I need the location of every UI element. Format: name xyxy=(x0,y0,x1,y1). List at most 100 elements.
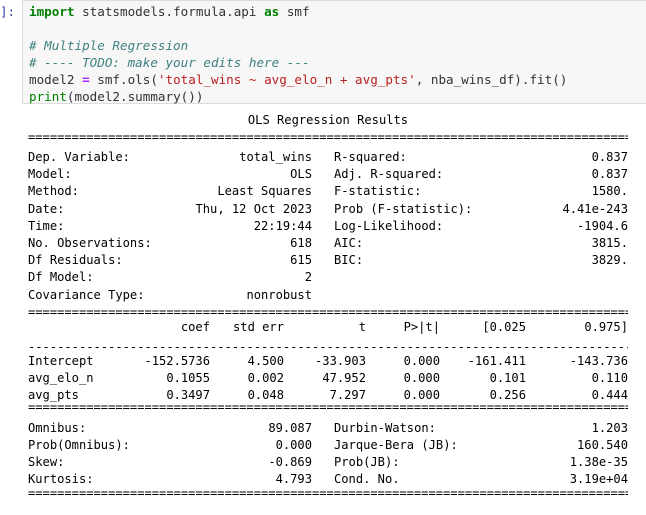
info-value: 615 xyxy=(290,253,312,268)
info-value: Least Squares xyxy=(217,184,312,199)
info-row: Covariance Type: nonrobust xyxy=(28,287,628,304)
operator-equals: = xyxy=(82,72,90,87)
coef-value: 0.002 xyxy=(247,371,284,385)
coef-row: avg_pts 0.3497 0.048 7.297 0.000 0.256 0.444 xyxy=(28,387,628,404)
diag-label: Kurtosis: xyxy=(28,472,94,486)
stat-label: F-statistic: xyxy=(334,184,422,199)
diag-label: Prob(JB): xyxy=(334,455,400,469)
coef-column-header: [0.025 xyxy=(482,320,526,334)
coef-value: 47.952 xyxy=(322,371,366,385)
ols-results-title: OLS Regression Results xyxy=(247,113,409,127)
stat-value: -1904.6 xyxy=(577,218,628,233)
diag-value: 0.000 xyxy=(275,438,312,452)
diag-label: Prob(Omnibus): xyxy=(28,438,130,452)
diag-value: 4.793 xyxy=(275,472,312,486)
diagnostic-row: Prob(Omnibus): 0.000 Jarque-Bera (JB): 160.… xyxy=(28,437,628,454)
stat-label: Log-Likelihood: xyxy=(334,218,444,233)
diag-value: 160.540 xyxy=(577,438,628,452)
coef-value: 0.000 xyxy=(403,354,440,368)
coef-row: avg_elo_n 0.1055 0.002 47.952 0.000 0.101 0.11… xyxy=(28,370,628,387)
keyword-as: as xyxy=(264,4,280,19)
info-label: Date: xyxy=(28,201,65,216)
coef-term-name: avg_elo_n xyxy=(28,371,94,385)
coef-value: -161.411 xyxy=(467,354,526,368)
coef-column-header: std err xyxy=(233,320,284,334)
code-text: model2 xyxy=(29,72,83,87)
diag-value: 89.087 xyxy=(268,421,312,435)
code-comment-multiple-regression: # Multiple Regression xyxy=(29,38,189,53)
diag-label: Cond. No. xyxy=(334,472,400,486)
coef-column-header: 0.975] xyxy=(584,320,628,334)
diagnostic-row: Omnibus: 89.087 Durbin-Watson: 1.203 xyxy=(28,420,628,437)
info-label: Time: xyxy=(28,218,65,233)
code-line-print: print(model2.summary()) xyxy=(29,88,203,105)
cell-prompt: ]: xyxy=(0,4,16,19)
coef-column-header: t xyxy=(358,320,366,334)
code-text: smf xyxy=(279,4,310,19)
info-label: Model: xyxy=(28,167,72,182)
coef-value: 0.444 xyxy=(591,388,628,402)
info-label: Dep. Variable: xyxy=(28,150,130,164)
info-value: Thu, 12 Oct 2023 xyxy=(195,201,313,216)
diag-value: 1.203 xyxy=(591,421,628,435)
code-text: smf.ols( xyxy=(89,72,158,87)
coef-term-name: avg_pts xyxy=(28,388,79,402)
coef-column-header: coef xyxy=(180,320,210,334)
separator-double xyxy=(28,308,628,316)
coef-value: -152.5736 xyxy=(144,354,210,368)
info-row: Dep. Variable: total_wins R-squared: 0.837 xyxy=(28,149,628,166)
separator-dashed xyxy=(28,343,628,351)
info-label: Df Model: xyxy=(28,270,94,285)
separator-double xyxy=(28,489,628,497)
coef-value: 0.000 xyxy=(403,388,440,402)
stat-label: Prob (F-statistic): xyxy=(334,201,473,216)
info-row: Date: Thu, 12 Oct 2023 Prob (F-statistic):… xyxy=(28,201,628,218)
stat-label: Adj. R-squared: xyxy=(334,167,444,182)
info-value: total_wins xyxy=(239,150,312,164)
coef-value: 0.000 xyxy=(403,371,440,385)
coef-value: -33.903 xyxy=(315,354,366,368)
code-string-formula: 'total_wins ~ avg_elo_n + avg_pts' xyxy=(157,72,416,87)
stat-label: BIC: xyxy=(334,253,364,268)
info-value: 618 xyxy=(290,236,312,250)
diag-value: 3.19e+04 xyxy=(569,472,628,486)
coef-header-row: coef std err t P>|t| [0.025 0.975] xyxy=(28,319,628,336)
coef-value: 7.297 xyxy=(329,388,366,402)
diag-value: -0.869 xyxy=(268,455,312,469)
stat-label: AIC: xyxy=(334,236,364,250)
code-text: (model2.summary()) xyxy=(66,89,204,104)
info-value: 22:19:44 xyxy=(253,218,312,233)
code-comment-todo: # ---- TODO: make your edits here --- xyxy=(29,55,310,70)
coef-value: -143.736 xyxy=(569,354,628,368)
diag-value: 1.38e-35 xyxy=(569,455,628,469)
diagnostic-row: Kurtosis: 4.793 Cond. No. 3.19e+04 xyxy=(28,471,628,488)
diag-label: Durbin-Watson: xyxy=(334,421,436,435)
info-label: No. Observations: xyxy=(28,236,152,250)
stat-value: 3829. xyxy=(591,253,628,268)
coef-term-name: Intercept xyxy=(28,354,94,368)
info-label: Method: xyxy=(28,184,79,199)
stat-value: 3815. xyxy=(591,236,628,250)
stat-label: R-squared: xyxy=(334,150,407,164)
diag-label: Jarque-Bera (JB): xyxy=(334,438,458,452)
info-row: Model: OLS Adj. R-squared: 0.837 xyxy=(28,166,628,183)
info-row: Time: 22:19:44 Log-Likelihood: -1904.6 xyxy=(28,218,628,235)
stat-value: 0.837 xyxy=(591,150,628,164)
code-text: statsmodels.formula.api xyxy=(74,4,265,19)
coef-value: 0.048 xyxy=(247,388,284,402)
diagnostic-row: Skew: -0.869 Prob(JB): 1.38e-35 xyxy=(28,454,628,471)
code-cell-input[interactable]: import statsmodels.formula.api as smf # … xyxy=(22,0,646,104)
separator-double xyxy=(28,133,628,141)
stat-value: 1580. xyxy=(591,184,628,199)
info-value: 2 xyxy=(304,270,312,285)
coef-value: 0.1055 xyxy=(166,371,210,385)
coef-value: 0.3497 xyxy=(166,388,210,402)
info-value: nonrobust xyxy=(246,287,312,302)
coef-value: 0.110 xyxy=(591,371,628,385)
coef-value: 0.101 xyxy=(489,371,526,385)
code-line-model: model2 = smf.ols('total_wins ~ avg_elo_n… xyxy=(29,71,567,88)
info-row: Df Model: 2 xyxy=(28,269,628,286)
diag-label: Omnibus: xyxy=(28,421,87,435)
info-value: OLS xyxy=(290,167,312,182)
stat-value: 0.837 xyxy=(591,167,628,182)
